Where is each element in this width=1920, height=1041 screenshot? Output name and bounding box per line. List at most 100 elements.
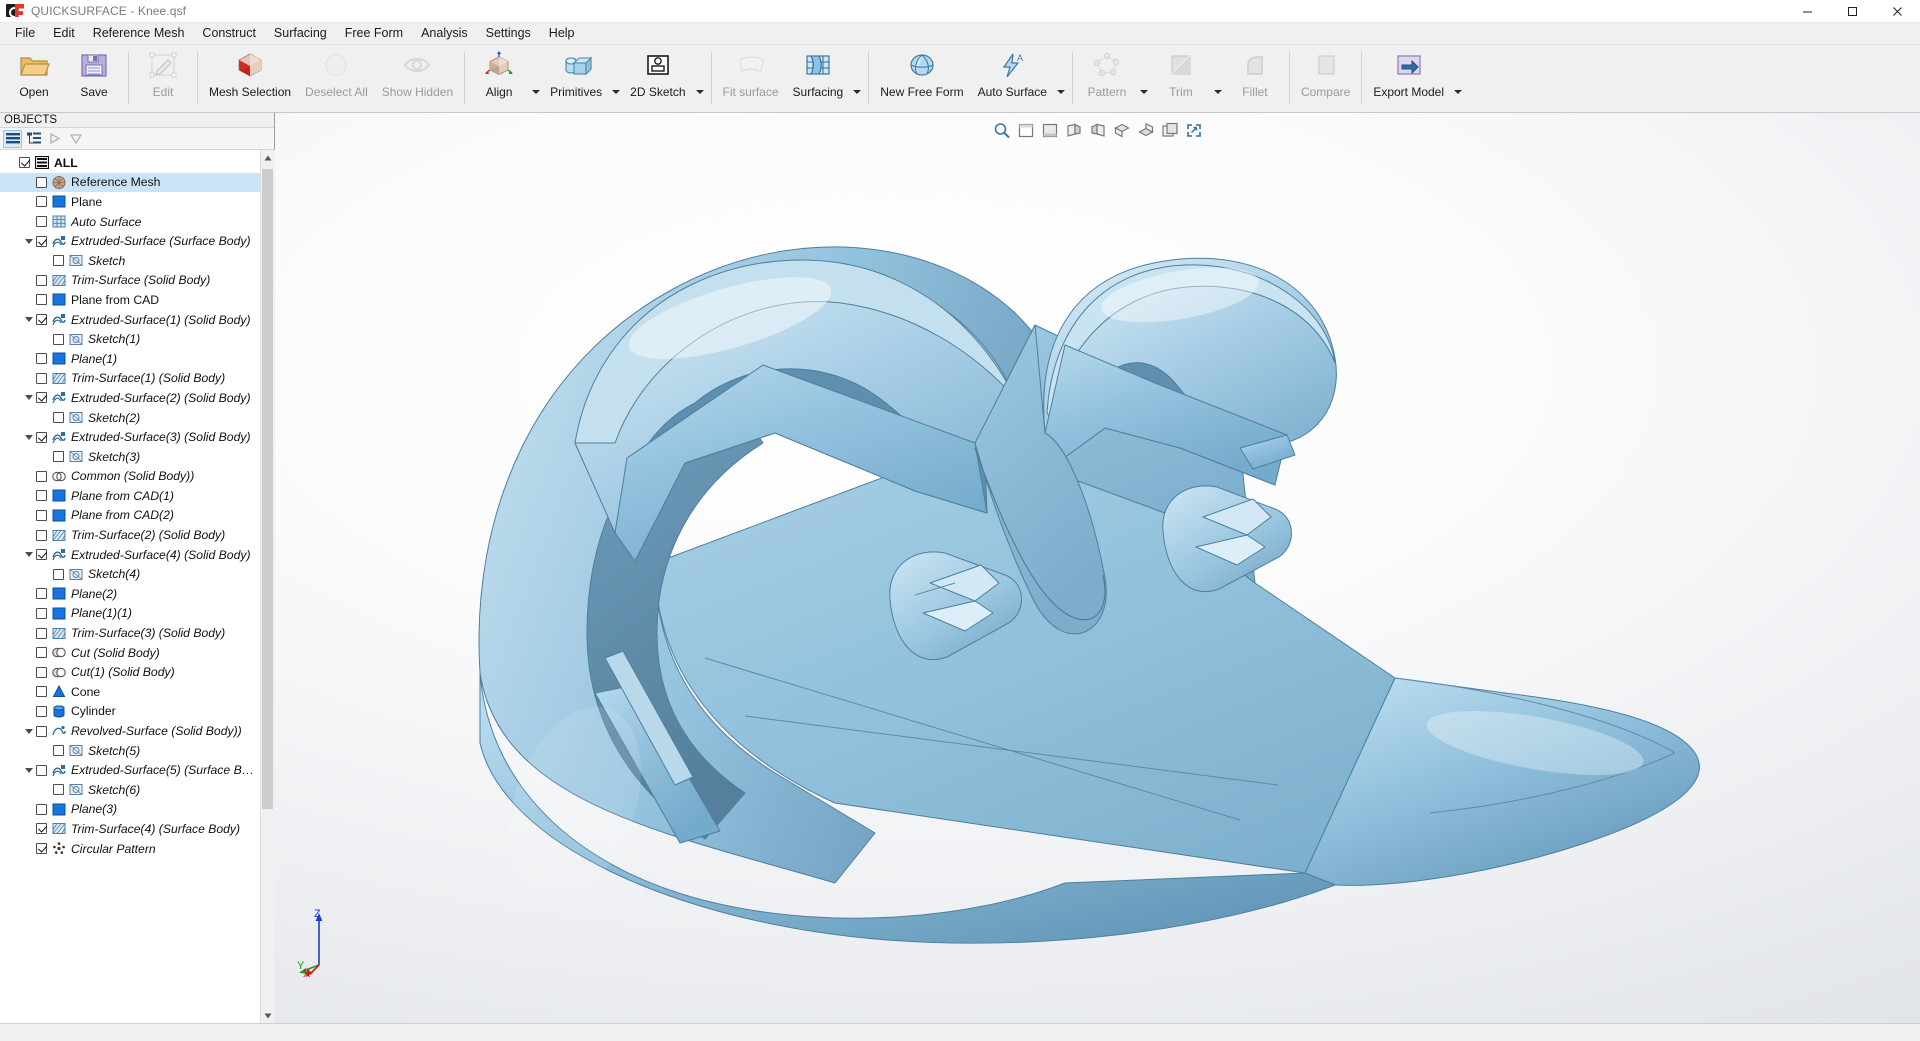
tree-item-checkbox[interactable] [36,510,47,521]
view-front-icon[interactable] [1015,119,1037,141]
tree-item-revolved-surface-solid-body[interactable]: Revolved-Surface (Solid Body)) [0,721,260,741]
chevron-down-icon[interactable] [21,768,36,773]
tree-item-sketch-1[interactable]: Sketch(1) [0,329,260,349]
tree-item-checkbox[interactable] [19,157,30,168]
tree-item-checkbox[interactable] [36,628,47,639]
tree-item-plane-from-cad[interactable]: Plane from CAD [0,290,260,310]
tree-item-plane-3[interactable]: Plane(3) [0,800,260,820]
chevron-down-icon[interactable] [21,552,36,557]
menu-item-help[interactable]: Help [540,24,584,43]
tree-item-checkbox[interactable] [36,275,47,286]
tree-item-checkbox[interactable] [53,412,64,423]
scroll-up-arrow[interactable] [261,150,275,165]
tree-item-circular-pattern[interactable]: Circular Pattern [0,839,260,859]
tree-item-checkbox[interactable] [36,804,47,815]
chevron-down-icon[interactable] [21,729,36,734]
tree-item-cut-solid-body[interactable]: Cut (Solid Body) [0,643,260,663]
2d-sketch-dropdown-arrow-icon[interactable] [693,45,707,112]
tree-item-trim-surface-1-solid-body[interactable]: Trim-Surface(1) (Solid Body) [0,369,260,389]
chevron-down-icon[interactable] [21,239,36,244]
tree-item-checkbox[interactable] [36,706,47,717]
tree-item-checkbox[interactable] [53,784,64,795]
menu-item-settings[interactable]: Settings [477,24,540,43]
chevron-down-icon[interactable] [21,317,36,322]
auto-surface-dropdown-arrow-icon[interactable] [1054,45,1068,112]
flat-list-view-icon[interactable] [3,130,22,148]
maximize-button[interactable] [1830,0,1875,23]
tree-item-checkbox[interactable] [36,353,47,364]
tree-item-checkbox[interactable] [36,490,47,501]
tree-item-plane[interactable]: Plane [0,192,260,212]
surfacing-button[interactable]: Surfacing [786,45,851,112]
tree-item-checkbox[interactable] [36,608,47,619]
tree-item-extruded-surface-2-solid-body[interactable]: Extruded-Surface(2) (Solid Body) [0,388,260,408]
tree-item-checkbox[interactable] [36,471,47,482]
primitives-dropdown-arrow-icon[interactable] [609,45,623,112]
tree-item-extruded-surface-5-surface-body[interactable]: Extruded-Surface(5) (Surface Body) [0,760,260,780]
tree-item-checkbox[interactable] [53,569,64,580]
tree-item-checkbox[interactable] [36,647,47,658]
view-left-icon[interactable] [1063,119,1085,141]
menu-item-free-form[interactable]: Free Form [336,24,412,43]
surfacing-dropdown-arrow-icon[interactable] [850,45,864,112]
tree-item-auto-surface[interactable]: Auto Surface [0,212,260,232]
tree-item-trim-surface-2-solid-body[interactable]: Trim-Surface(2) (Solid Body) [0,525,260,545]
tree-item-checkbox[interactable] [53,745,64,756]
tree-item-sketch-3[interactable]: Sketch(3) [0,447,260,467]
tree-item-checkbox[interactable] [36,392,47,403]
tree-item-checkbox[interactable] [53,334,64,345]
tree-item-checkbox[interactable] [36,294,47,305]
tree-item-sketch-4[interactable]: Sketch(4) [0,564,260,584]
tree-item-checkbox[interactable] [36,177,47,188]
tree-item-cone[interactable]: Cone [0,682,260,702]
tree-item-plane-1[interactable]: Plane(1) [0,349,260,369]
align-button[interactable]: Align [469,45,529,112]
menu-item-surfacing[interactable]: Surfacing [265,24,336,43]
chevron-down-icon[interactable] [21,435,36,440]
tree-item-extruded-surface-4-solid-body[interactable]: Extruded-Surface(4) (Solid Body) [0,545,260,565]
trim-dropdown-arrow-icon[interactable] [1211,45,1225,112]
view-top-icon[interactable] [1111,119,1133,141]
save-button[interactable]: Save [64,45,124,112]
close-button[interactable] [1875,0,1920,23]
primitives-button[interactable]: Primitives [543,45,609,112]
view-right-icon[interactable] [1087,119,1109,141]
tree-item-checkbox[interactable] [36,726,47,737]
tree-item-sketch[interactable]: Sketch [0,251,260,271]
tree-item-trim-surface-4-surface-body[interactable]: Trim-Surface(4) (Surface Body) [0,819,260,839]
3d-viewport[interactable]: Z Y X [275,113,1920,1023]
tree-item-checkbox[interactable] [53,255,64,266]
tree-item-checkbox[interactable] [53,451,64,462]
scrollbar-track[interactable] [261,165,275,1008]
auto-surface-button[interactable]: AAuto Surface [971,45,1054,112]
view-back-icon[interactable] [1039,119,1061,141]
tree-item-checkbox[interactable] [36,765,47,776]
tree-item-plane-2[interactable]: Plane(2) [0,584,260,604]
tree-item-sketch-2[interactable]: Sketch(2) [0,408,260,428]
tree-item-sketch-5[interactable]: Sketch(5) [0,741,260,761]
menu-item-reference-mesh[interactable]: Reference Mesh [84,24,194,43]
tree-item-sketch-6[interactable]: Sketch(6) [0,780,260,800]
zoom-window-icon[interactable] [991,119,1013,141]
tree-item-common-solid-body[interactable]: Common (Solid Body)) [0,467,260,487]
menu-item-analysis[interactable]: Analysis [412,24,477,43]
tree-item-checkbox[interactable] [36,196,47,207]
tree-item-extruded-surface-3-solid-body[interactable]: Extruded-Surface(3) (Solid Body) [0,427,260,447]
tree-item-extruded-surface-1-solid-body[interactable]: Extruded-Surface(1) (Solid Body) [0,310,260,330]
tree-item-checkbox[interactable] [36,216,47,227]
tree-item-cut-1-solid-body[interactable]: Cut(1) (Solid Body) [0,662,260,682]
mesh-selection-button[interactable]: Mesh Selection [202,45,298,112]
tree-item-plane-from-cad-1[interactable]: Plane from CAD(1) [0,486,260,506]
scroll-down-arrow[interactable] [261,1008,275,1023]
tree-item-checkbox[interactable] [36,667,47,678]
tree-item-trim-surface-solid-body[interactable]: Trim-Surface (Solid Body) [0,271,260,291]
tree-item-plane-1-1[interactable]: Plane(1)(1) [0,604,260,624]
tree-item-extruded-surface-surface-body[interactable]: Extruded-Surface (Surface Body) [0,231,260,251]
tree-item-checkbox[interactable] [36,686,47,697]
minimize-button[interactable] [1785,0,1830,23]
view-iso-icon[interactable] [1159,119,1181,141]
open-button[interactable]: Open [4,45,64,112]
tree-view-icon[interactable] [24,130,43,148]
tree-item-cylinder[interactable]: Cylinder [0,702,260,722]
export-model-dropdown-arrow-icon[interactable] [1451,45,1465,112]
